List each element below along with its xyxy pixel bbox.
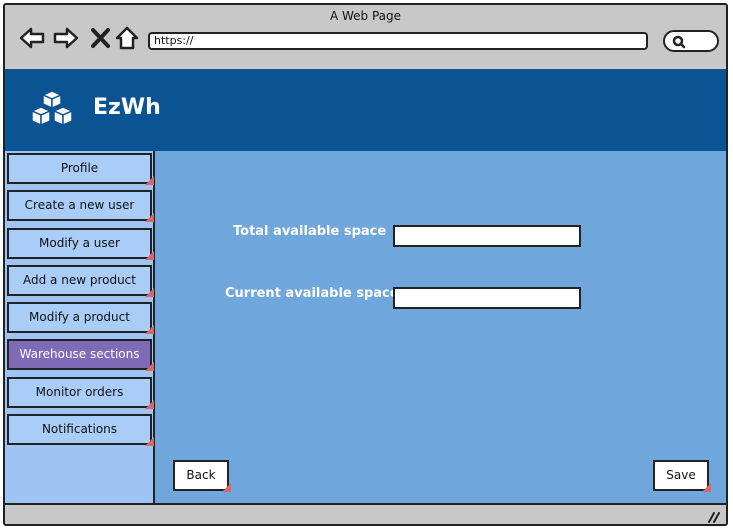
sidebar-item-modify-user[interactable]: Modify a user: [7, 228, 154, 260]
sidebar-item-label: Warehouse sections: [19, 347, 140, 361]
resize-corner-icon: [145, 325, 154, 334]
search-icon: [672, 35, 686, 49]
browser-window: A Web Page https:// EzWh Profile Create …: [3, 3, 728, 526]
close-icon[interactable]: [88, 25, 114, 51]
address-bar[interactable]: https://: [148, 32, 648, 50]
sidebar-item-monitor-orders[interactable]: Monitor orders: [7, 377, 154, 409]
sidebar-item-label: Create a new user: [24, 198, 135, 212]
forward-arrow-icon[interactable]: [53, 25, 79, 51]
back-button-label: Back: [186, 468, 216, 482]
resize-corner-icon: [145, 176, 154, 185]
back-arrow-icon[interactable]: [19, 25, 45, 51]
sidebar-item-label: Modify a user: [39, 236, 120, 250]
main-content: Total available space Current available …: [155, 151, 726, 503]
resize-corner-icon: [702, 483, 711, 492]
resize-corner-icon: [145, 362, 154, 371]
window-title: A Web Page: [329, 9, 402, 23]
search-button[interactable]: [663, 30, 719, 52]
resize-grip-icon[interactable]: [706, 511, 720, 523]
current-space-label: Current available space: [225, 286, 399, 301]
current-space-field[interactable]: [393, 287, 581, 309]
sidebar-item-profile[interactable]: Profile: [7, 153, 154, 185]
resize-corner-icon: [145, 251, 154, 260]
save-button[interactable]: Save: [653, 460, 711, 492]
sidebar-item-label: Notifications: [41, 422, 118, 436]
boxes-logo-icon: [30, 90, 74, 127]
sidebar: Profile Create a new user Modify a user …: [5, 151, 155, 503]
sidebar-item-warehouse-sections[interactable]: Warehouse sections: [7, 339, 154, 371]
resize-corner-icon: [145, 400, 154, 409]
total-space-field[interactable]: [393, 225, 581, 247]
back-button[interactable]: Back: [173, 460, 231, 492]
resize-corner-icon: [222, 483, 231, 492]
sidebar-item-notifications[interactable]: Notifications: [7, 414, 154, 446]
resize-corner-icon: [145, 288, 154, 297]
app-header: EzWh: [5, 69, 726, 151]
home-icon[interactable]: [114, 25, 140, 51]
browser-titlebar: A Web Page https://: [5, 5, 726, 69]
sidebar-item-label: Add a new product: [23, 273, 136, 287]
sidebar-item-label: Monitor orders: [35, 385, 124, 399]
sidebar-item-label: Profile: [60, 161, 99, 175]
sidebar-item-create-user[interactable]: Create a new user: [7, 190, 154, 222]
sidebar-item-modify-product[interactable]: Modify a product: [7, 302, 154, 334]
status-bar: [5, 503, 726, 524]
total-space-label: Total available space: [233, 224, 387, 239]
brand-name: EzWh: [93, 95, 161, 120]
save-button-label: Save: [666, 468, 696, 482]
sidebar-item-label: Modify a product: [29, 310, 130, 324]
sidebar-item-add-product[interactable]: Add a new product: [7, 265, 154, 297]
resize-corner-icon: [145, 437, 154, 446]
resize-corner-icon: [145, 213, 154, 222]
